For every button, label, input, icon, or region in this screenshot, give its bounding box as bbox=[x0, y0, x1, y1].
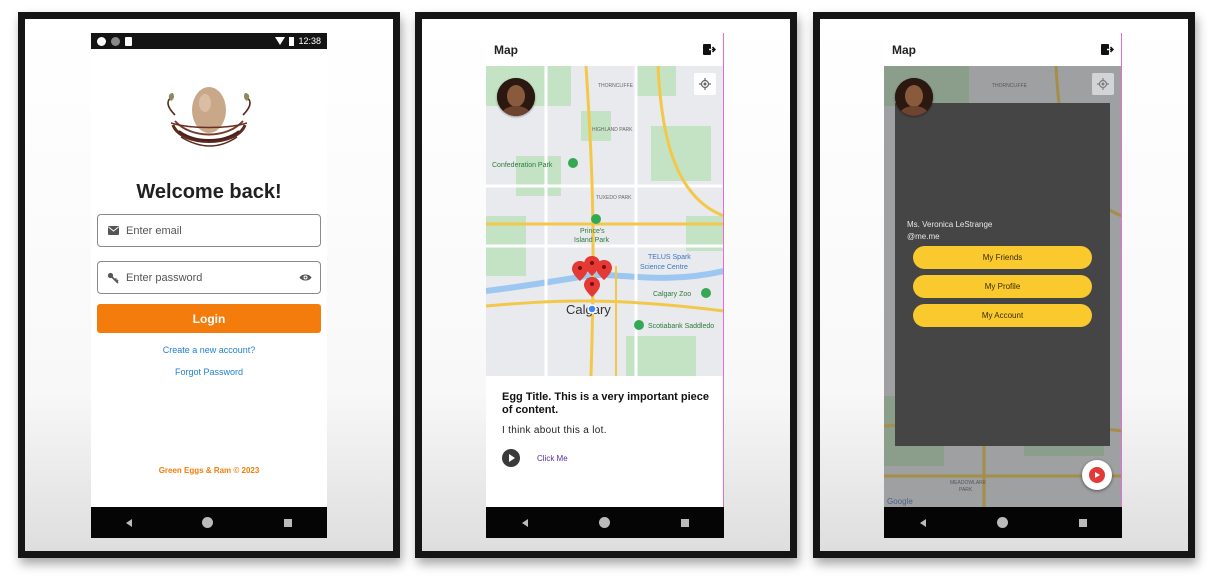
click-me-button[interactable]: Click Me bbox=[537, 454, 568, 463]
my-friends-button[interactable]: My Friends bbox=[913, 246, 1092, 269]
back-icon[interactable] bbox=[126, 518, 133, 527]
home-icon[interactable] bbox=[996, 517, 1008, 528]
map-screen: Map THORNCLIFFE HIGHLAND PARK Confederat… bbox=[486, 33, 724, 538]
status-time: 12:38 bbox=[298, 36, 321, 46]
map-label-thorncliffe: THORNCLIFFE bbox=[598, 83, 634, 89]
map-label-science: Science Centre bbox=[640, 264, 688, 271]
android-nav-bar bbox=[486, 507, 724, 538]
home-icon[interactable] bbox=[202, 517, 214, 528]
notification-icon bbox=[97, 36, 106, 46]
map-label-telus: TELUS Spark bbox=[648, 254, 691, 261]
map-label-highland: HIGHLAND PARK bbox=[592, 127, 633, 133]
map-label-zoo: Calgary Zoo bbox=[653, 291, 691, 298]
key-icon bbox=[106, 272, 120, 284]
my-profile-button[interactable]: My Profile bbox=[913, 275, 1092, 298]
app-bar: Map bbox=[884, 33, 1122, 66]
footer-copyright: Green Eggs & Ram © 2023 bbox=[158, 466, 260, 475]
email-field[interactable] bbox=[97, 214, 321, 247]
login-button[interactable]: Login bbox=[97, 304, 321, 333]
map-title: Map bbox=[892, 42, 916, 57]
logout-icon[interactable] bbox=[1101, 44, 1114, 55]
mail-icon bbox=[106, 226, 120, 235]
status-bar: 12:38 bbox=[91, 33, 327, 49]
password-input[interactable] bbox=[126, 271, 299, 284]
user-handle: @me.me bbox=[907, 232, 940, 241]
sync-icon bbox=[111, 36, 120, 46]
user-avatar[interactable] bbox=[895, 78, 933, 116]
back-icon[interactable] bbox=[521, 518, 528, 527]
back-icon[interactable] bbox=[919, 518, 926, 527]
recents-icon[interactable] bbox=[1078, 518, 1087, 527]
map-label-scotiabank: Scotiabank Saddledo bbox=[648, 323, 714, 330]
wifi-icon bbox=[275, 37, 286, 45]
map-label-princes: Prince's bbox=[580, 228, 605, 235]
my-location-icon[interactable] bbox=[1092, 73, 1114, 95]
recents-icon[interactable] bbox=[283, 518, 292, 527]
recents-icon[interactable] bbox=[680, 518, 689, 527]
egg-detail-card: Egg Title. This is a very important piec… bbox=[486, 376, 724, 508]
user-full-name: Ms. Veronica LeStrange bbox=[907, 220, 993, 229]
android-nav-bar bbox=[884, 507, 1122, 538]
play-icon bbox=[1095, 472, 1100, 478]
map-label-tuxedo: TUXEDO PARK bbox=[596, 195, 632, 201]
password-field[interactable] bbox=[97, 261, 321, 294]
egg-nest-logo bbox=[167, 87, 251, 147]
app-bar: Map bbox=[486, 33, 724, 66]
map-label-island: Island Park bbox=[574, 237, 610, 244]
android-nav-bar bbox=[91, 507, 327, 538]
play-button[interactable] bbox=[502, 449, 520, 467]
play-icon bbox=[509, 454, 515, 462]
battery-icon bbox=[289, 36, 295, 46]
map-title: Map bbox=[494, 42, 518, 57]
my-location-icon[interactable] bbox=[694, 73, 716, 95]
sd-card-icon bbox=[125, 36, 132, 46]
profile-drawer: Ms. Veronica LeStrange @me.me My Friends… bbox=[895, 103, 1110, 446]
logout-icon[interactable] bbox=[703, 44, 716, 55]
drawer-screen: Map THORNCLIFFE MEADOWLARK PARK Google M… bbox=[884, 33, 1122, 538]
eye-icon[interactable] bbox=[299, 273, 312, 282]
user-avatar[interactable] bbox=[497, 78, 535, 116]
egg-title: Egg Title. This is a very important piec… bbox=[502, 391, 710, 416]
email-input[interactable] bbox=[126, 224, 312, 237]
home-icon[interactable] bbox=[598, 517, 610, 528]
map-label-confederation: Confederation Park bbox=[492, 162, 553, 169]
login-screen: 12:38 Welcome back! Login Create a new a… bbox=[91, 33, 327, 538]
create-account-link[interactable]: Create a new account? bbox=[91, 345, 327, 355]
my-account-button[interactable]: My Account bbox=[913, 304, 1092, 327]
forgot-password-link[interactable]: Forgot Password bbox=[91, 367, 327, 377]
egg-description: I think about this a lot. bbox=[502, 425, 607, 436]
welcome-heading: Welcome back! bbox=[136, 181, 282, 203]
play-fab-button[interactable] bbox=[1082, 460, 1112, 490]
